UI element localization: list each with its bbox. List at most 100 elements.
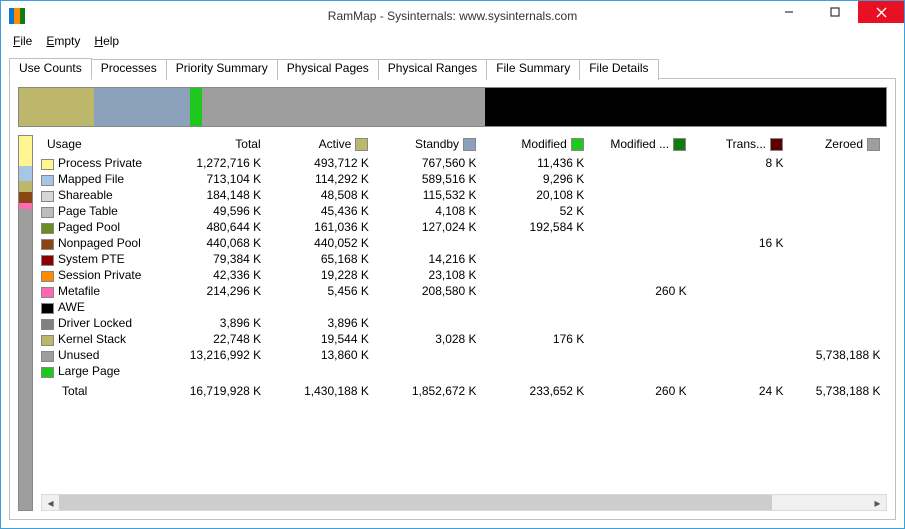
client-area: Use CountsProcessesPriority SummaryPhysi…: [1, 51, 904, 528]
scroll-right-arrow[interactable]: ▸: [869, 495, 886, 510]
cell-standby: 208,580 K: [375, 283, 483, 299]
menu-file[interactable]: File: [7, 33, 38, 49]
titlebar[interactable]: RamMap - Sysinternals: www.sysinternals.…: [1, 1, 904, 31]
table-row[interactable]: Nonpaged Pool440,068 K440,052 K16 K: [41, 235, 887, 251]
cell-active: 161,036 K: [267, 219, 375, 235]
menu-help-rest: elp: [103, 34, 119, 48]
tab-file-summary[interactable]: File Summary: [486, 59, 580, 80]
table-row[interactable]: Page Table49,596 K45,436 K4,108 K52 K: [41, 203, 887, 219]
cell-active: 3,896 K: [267, 315, 375, 331]
cell-modified: [483, 315, 591, 331]
tab-priority-summary[interactable]: Priority Summary: [166, 59, 278, 80]
col-usage[interactable]: Usage: [41, 135, 170, 155]
cell-active: 19,228 K: [267, 267, 375, 283]
cell-modnw: [590, 171, 692, 187]
row-swatch: [41, 335, 54, 346]
horizontal-scrollbar[interactable]: ◂ ▸: [41, 494, 887, 511]
cell-modified: 11,436 K: [483, 155, 591, 171]
cell-zeroed: [790, 315, 887, 331]
table-row[interactable]: Metafile214,296 K5,456 K208,580 K260 K: [41, 283, 887, 299]
tab-panel: Usage Total Active Standby Modified Modi…: [9, 79, 896, 520]
cell-total: 49,596 K: [170, 203, 267, 219]
row-name: Kernel Stack: [58, 332, 126, 346]
col-transition[interactable]: Trans...: [693, 135, 790, 155]
tab-physical-ranges[interactable]: Physical Ranges: [378, 59, 487, 80]
table-row[interactable]: Session Private42,336 K19,228 K23,108 K: [41, 267, 887, 283]
cell-trans: [693, 299, 790, 315]
minimize-button[interactable]: [766, 1, 812, 23]
cell-active: 440,052 K: [267, 235, 375, 251]
menu-empty[interactable]: Empty: [40, 33, 86, 49]
cell-modnw: [590, 347, 692, 363]
cell-active: [267, 299, 375, 315]
bar-segment-standby: [94, 88, 190, 126]
scroll-left-arrow[interactable]: ◂: [42, 495, 59, 510]
tab-physical-pages[interactable]: Physical Pages: [277, 59, 379, 80]
menu-help[interactable]: Help: [88, 33, 125, 49]
bar-segment-active: [19, 88, 94, 126]
col-modified[interactable]: Modified: [483, 135, 591, 155]
total-row: Total16,719,928 K1,430,188 K1,852,672 K2…: [41, 379, 887, 399]
table-row[interactable]: AWE: [41, 299, 887, 315]
tab-use-counts[interactable]: Use Counts: [9, 58, 92, 79]
cell-total: 22,748 K: [170, 331, 267, 347]
memory-usage-vertical-bar: [18, 135, 33, 511]
cell-zeroed: [790, 363, 887, 379]
col-total[interactable]: Total: [170, 135, 267, 155]
table-row[interactable]: System PTE79,384 K65,168 K14,216 K: [41, 251, 887, 267]
cell-zeroed: [790, 171, 887, 187]
total-label: Total: [41, 379, 170, 399]
cell-standby: 14,216 K: [375, 251, 483, 267]
scroll-thumb[interactable]: [59, 495, 772, 510]
total-total: 16,719,928 K: [170, 379, 267, 399]
row-name: Metafile: [58, 284, 100, 298]
row-name: Mapped File: [58, 172, 124, 186]
close-button[interactable]: [858, 1, 904, 23]
col-modified-nowrite[interactable]: Modified ...: [590, 135, 692, 155]
table-row[interactable]: Paged Pool480,644 K161,036 K127,024 K192…: [41, 219, 887, 235]
cell-modified: [483, 267, 591, 283]
table-row[interactable]: Mapped File713,104 K114,292 K589,516 K9,…: [41, 171, 887, 187]
cell-modified: [483, 347, 591, 363]
table-row[interactable]: Large Page: [41, 363, 887, 379]
table-row[interactable]: Kernel Stack22,748 K19,544 K3,028 K176 K: [41, 331, 887, 347]
row-name: Large Page: [58, 364, 120, 378]
table-row[interactable]: Shareable184,148 K48,508 K115,532 K20,10…: [41, 187, 887, 203]
row-swatch: [41, 271, 54, 282]
maximize-button[interactable]: [812, 1, 858, 23]
tab-processes[interactable]: Processes: [91, 59, 167, 80]
cell-active: 45,436 K: [267, 203, 375, 219]
cell-modnw: [590, 363, 692, 379]
table-row[interactable]: Unused13,216,992 K13,860 K5,738,188 K: [41, 347, 887, 363]
cell-modnw: [590, 251, 692, 267]
col-standby[interactable]: Standby: [375, 135, 483, 155]
cell-standby: 4,108 K: [375, 203, 483, 219]
cell-zeroed: [790, 299, 887, 315]
tab-file-details[interactable]: File Details: [579, 59, 658, 80]
cell-modified: [483, 363, 591, 379]
row-name: Session Private: [58, 268, 141, 282]
cell-trans: [693, 347, 790, 363]
cell-zeroed: [790, 155, 887, 171]
cell-active: 493,712 K: [267, 155, 375, 171]
cell-total: 3,896 K: [170, 315, 267, 331]
cell-total: 184,148 K: [170, 187, 267, 203]
cell-zeroed: 5,738,188 K: [790, 347, 887, 363]
cell-total: 79,384 K: [170, 251, 267, 267]
cell-total: 214,296 K: [170, 283, 267, 299]
cell-zeroed: [790, 331, 887, 347]
table-row[interactable]: Driver Locked3,896 K3,896 K: [41, 315, 887, 331]
menubar: File Empty Help: [1, 31, 904, 51]
cell-modified: [483, 251, 591, 267]
scroll-track[interactable]: [59, 495, 869, 510]
row-name: AWE: [58, 300, 85, 314]
col-active[interactable]: Active: [267, 135, 375, 155]
row-name: Shareable: [58, 188, 113, 202]
cell-modnw: [590, 267, 692, 283]
table-row[interactable]: Process Private1,272,716 K493,712 K767,5…: [41, 155, 887, 171]
cell-total: 480,644 K: [170, 219, 267, 235]
cell-trans: 16 K: [693, 235, 790, 251]
cell-modnw: [590, 331, 692, 347]
col-zeroed[interactable]: Zeroed: [790, 135, 887, 155]
vbar-segment-1: [19, 166, 32, 181]
